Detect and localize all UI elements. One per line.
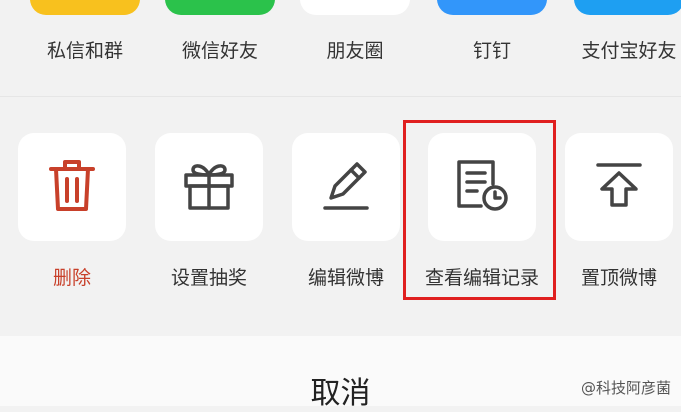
cancel-button[interactable]: 取消 — [0, 336, 681, 411]
dingtalk-icon — [437, 0, 547, 15]
set-lottery-label: 设置抽奖 — [170, 267, 247, 289]
delete-button[interactable]: 删除 — [18, 133, 126, 289]
pin-top-button[interactable]: 置顶微博 — [565, 133, 673, 289]
trash-icon — [47, 157, 97, 217]
moments-icon — [300, 0, 410, 15]
set-lottery-button[interactable]: 设置抽奖 — [155, 133, 263, 289]
action-tile — [155, 133, 263, 241]
delete-label: 删除 — [52, 267, 91, 289]
pin-top-icon — [594, 159, 644, 215]
edit-weibo-button[interactable]: 编辑微博 — [292, 133, 400, 289]
alipay-icon — [574, 0, 681, 15]
private-message-icon — [30, 0, 140, 15]
wechat-icon — [165, 0, 275, 15]
highlight-box — [403, 120, 556, 300]
cancel-label: 取消 — [310, 376, 371, 411]
share-label: 私信和群 — [46, 40, 123, 62]
share-label: 微信好友 — [181, 40, 258, 62]
share-targets-row: 私信和群 微信好友 朋友圈 钉钉 支付宝好友 — [0, 0, 681, 92]
share-item-dingtalk[interactable]: 钉钉 — [437, 0, 547, 92]
share-item-wechat[interactable]: 微信好友 — [165, 0, 275, 92]
action-tile — [18, 133, 126, 241]
watermark: @科技阿彦菌 — [580, 379, 671, 397]
share-item-alipay[interactable]: 支付宝好友 — [574, 0, 681, 92]
section-divider — [0, 96, 681, 97]
share-item-private-message[interactable]: 私信和群 — [30, 0, 140, 92]
share-label: 钉钉 — [472, 40, 511, 62]
edit-weibo-label: 编辑微博 — [307, 267, 384, 289]
share-label: 朋友圈 — [326, 40, 384, 62]
gift-icon — [182, 159, 236, 215]
action-tile — [292, 133, 400, 241]
action-tile — [565, 133, 673, 241]
share-item-moments[interactable]: 朋友圈 — [300, 0, 410, 92]
pencil-icon — [319, 158, 373, 216]
pin-top-label: 置顶微博 — [580, 267, 657, 289]
share-label: 支付宝好友 — [581, 40, 677, 62]
